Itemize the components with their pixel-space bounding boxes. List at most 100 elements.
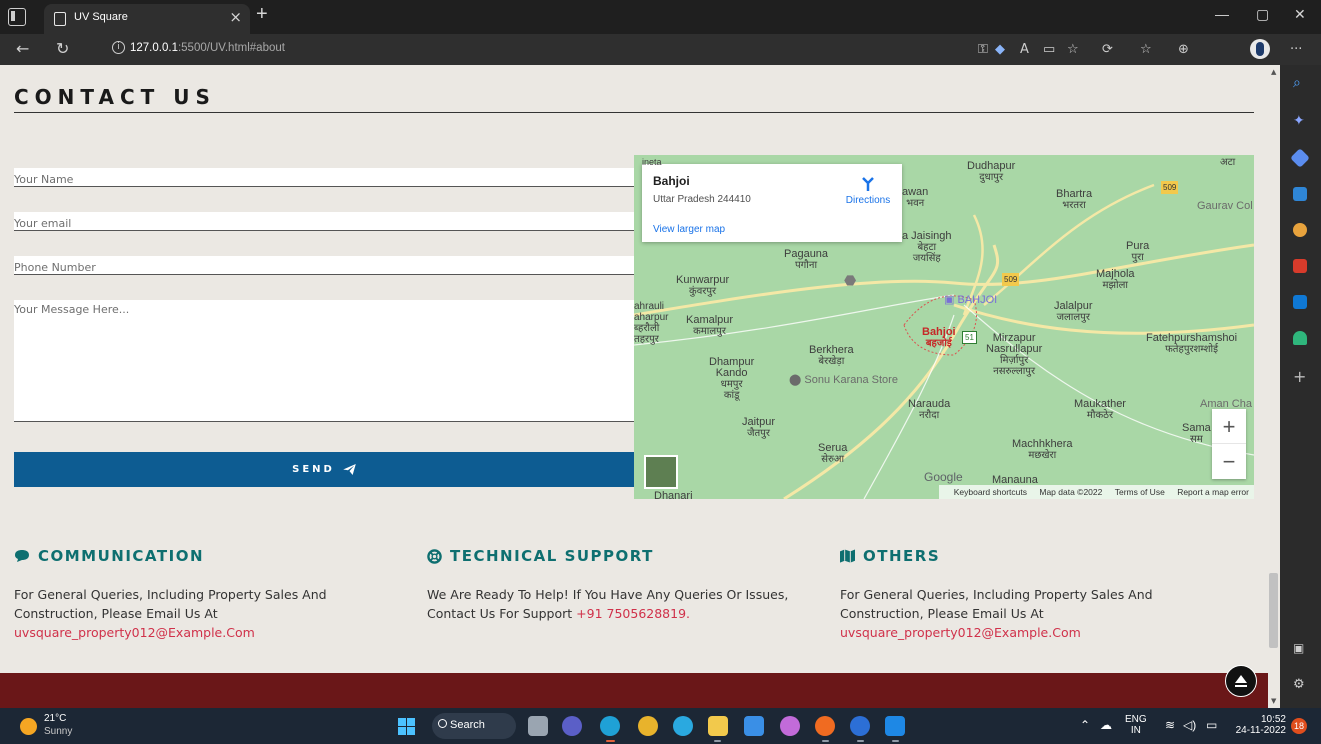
zoom-out-button[interactable]: − — [1212, 444, 1246, 479]
minimize-icon[interactable]: — — [1215, 6, 1229, 22]
weather-temperature[interactable]: 21°C — [44, 713, 66, 724]
message-field-wrapper — [14, 300, 634, 422]
communication-email-link[interactable]: uvsquare_property012@Example.Com — [14, 625, 255, 640]
name-input[interactable] — [14, 169, 634, 187]
shopping-tag-icon[interactable] — [1290, 148, 1310, 168]
map-data-text: Map data ©2022 — [1039, 487, 1103, 497]
profile-avatar[interactable] — [1250, 39, 1270, 59]
hide-sidebar-icon[interactable]: ▣ — [1293, 641, 1307, 655]
notification-badge[interactable]: 18 — [1291, 718, 1307, 734]
url-path: :5500/UV.html#about — [177, 42, 285, 54]
education-pin-icon[interactable]: ⬣ — [844, 273, 856, 287]
drop-icon[interactable] — [1293, 331, 1307, 345]
copilot-icon[interactable]: ✦ — [1293, 113, 1307, 129]
technical-support-title: TECHNICAL SUPPORT — [450, 547, 654, 565]
add-favorite-icon[interactable]: ☆ — [1067, 42, 1079, 57]
wifi-icon[interactable]: ≋ — [1165, 719, 1175, 731]
page-scrollbar[interactable]: ▲ ▼ — [1268, 65, 1280, 708]
map-label-majhola: Majhola मझोला — [1096, 268, 1135, 292]
edge-icon[interactable] — [600, 716, 620, 736]
phone-input[interactable] — [14, 257, 634, 275]
task-view-icon[interactable] — [528, 716, 548, 736]
weather-condition[interactable]: Sunny — [44, 726, 72, 737]
others-email-link[interactable]: uvsquare_property012@Example.Com — [840, 625, 1081, 640]
map-label-majhola-en: Majhola — [1096, 268, 1135, 280]
webex-icon[interactable] — [850, 716, 870, 736]
back-arrow-icon[interactable]: ← — [16, 39, 29, 58]
copilot-app-icon[interactable] — [780, 716, 800, 736]
refresh-tab-icon[interactable]: ⟳ — [1102, 42, 1113, 57]
vscode-icon[interactable] — [885, 716, 905, 736]
scrollbar-thumb[interactable] — [1269, 573, 1278, 648]
add-sidebar-app-icon[interactable]: + — [1293, 367, 1307, 386]
map-label-bahjoi-en: Bahjoi — [922, 326, 956, 338]
browser-tab[interactable]: UV Square × — [44, 4, 250, 34]
send-button[interactable]: SEND — [14, 452, 634, 487]
email-input[interactable] — [14, 213, 634, 231]
map-label-sama-hi: सम — [1190, 434, 1203, 445]
tab-close-icon[interactable]: × — [229, 8, 242, 26]
outlook-icon[interactable] — [1293, 295, 1307, 309]
window-close-icon[interactable]: ✕ — [1294, 6, 1306, 23]
satellite-toggle[interactable] — [644, 455, 678, 489]
scroll-up-icon[interactable]: ▲ — [1271, 68, 1276, 76]
more-options-icon[interactable]: ··· — [1290, 42, 1302, 57]
report-map-error-link[interactable]: Report a map error — [1177, 487, 1249, 497]
mail-icon[interactable] — [744, 716, 764, 736]
support-phone-link[interactable]: +91 7505628819. — [576, 606, 690, 621]
map-info-card: Bahjoi Uttar Pradesh 244410 View larger … — [642, 164, 902, 242]
search-icon[interactable]: ⌕ — [1293, 75, 1307, 91]
favorites-icon[interactable]: ☆ — [1140, 42, 1152, 57]
tray-expand-icon[interactable]: ⌃ — [1080, 719, 1090, 731]
collections-icon[interactable]: ⊕ — [1178, 42, 1189, 57]
sidebar-settings-icon[interactable]: ⚙ — [1293, 677, 1307, 692]
address-bar[interactable]: i 127.0.0.1:5500/UV.html#about — [92, 37, 972, 62]
view-larger-map-link[interactable]: View larger map — [653, 224, 725, 235]
terms-of-use-link[interactable]: Terms of Use — [1115, 487, 1165, 497]
phone-field-wrapper — [14, 256, 634, 275]
tools-icon[interactable] — [1293, 187, 1307, 201]
office-icon[interactable] — [1293, 259, 1307, 273]
new-tab-button[interactable]: + — [256, 3, 268, 26]
games-icon[interactable] — [1293, 223, 1307, 237]
file-explorer-icon[interactable] — [708, 716, 728, 736]
battery-icon[interactable]: ▭ — [1206, 719, 1217, 731]
taskbar-search[interactable]: Search — [432, 713, 516, 739]
poi-sonu-label: Sonu Karana Store — [804, 374, 898, 386]
meet-icon[interactable] — [562, 716, 582, 736]
language-indicator[interactable]: ENG IN — [1125, 714, 1147, 736]
directions-button[interactable]: Directions — [838, 176, 898, 206]
password-key-icon[interactable]: ⚿ — [978, 42, 988, 57]
road-shield-51: 51 — [962, 331, 977, 344]
volume-icon[interactable]: ◁) — [1183, 719, 1196, 731]
zoom-in-button[interactable]: + — [1212, 409, 1246, 444]
sun-icon[interactable] — [20, 718, 37, 735]
poi-sonu-karana-store[interactable]: ⬤ Sonu Karana Store — [789, 373, 898, 386]
keyboard-shortcuts-link[interactable]: Keyboard shortcuts — [954, 487, 1027, 497]
extension-icon[interactable]: ◆ — [995, 42, 1005, 57]
restore-icon[interactable]: ▢ — [1256, 6, 1269, 23]
map-embed[interactable]: Bahjoi Uttar Pradesh 244410 View larger … — [634, 155, 1254, 499]
read-aloud-icon[interactable]: A — [1020, 42, 1029, 57]
immersive-reader-icon[interactable]: ▭ — [1043, 42, 1055, 57]
scroll-to-top-button[interactable] — [1225, 665, 1257, 697]
map-label-kunwarpur-hi: कुंवरपुर — [689, 286, 717, 297]
clock[interactable]: 10:52 24-11-2022 — [1230, 714, 1286, 736]
tab-actions-icon[interactable] — [8, 8, 26, 26]
firefox-icon[interactable] — [815, 716, 835, 736]
scroll-down-icon[interactable]: ▼ — [1271, 697, 1276, 705]
map-label-bahjoi-pin[interactable]: ▣ BAHJOI — [944, 295, 997, 306]
app-icon[interactable] — [673, 716, 693, 736]
message-textarea[interactable] — [14, 300, 634, 421]
map-label-jaisingh-hi2: जयसिंह — [912, 253, 941, 264]
windows-start-icon[interactable] — [398, 718, 415, 735]
chrome-icon[interactable] — [638, 716, 658, 736]
site-info-icon[interactable]: i — [112, 41, 125, 54]
url-text[interactable]: 127.0.0.1:5500/UV.html#about — [130, 42, 285, 54]
vscode-indicator — [892, 740, 899, 742]
taskbar-search-label: Search — [450, 719, 485, 731]
map-label-ata: अटा — [1220, 157, 1236, 168]
search-icon — [438, 719, 447, 728]
cloud-icon[interactable]: ☁ — [1100, 719, 1112, 731]
reload-icon[interactable]: ↻ — [56, 39, 69, 58]
